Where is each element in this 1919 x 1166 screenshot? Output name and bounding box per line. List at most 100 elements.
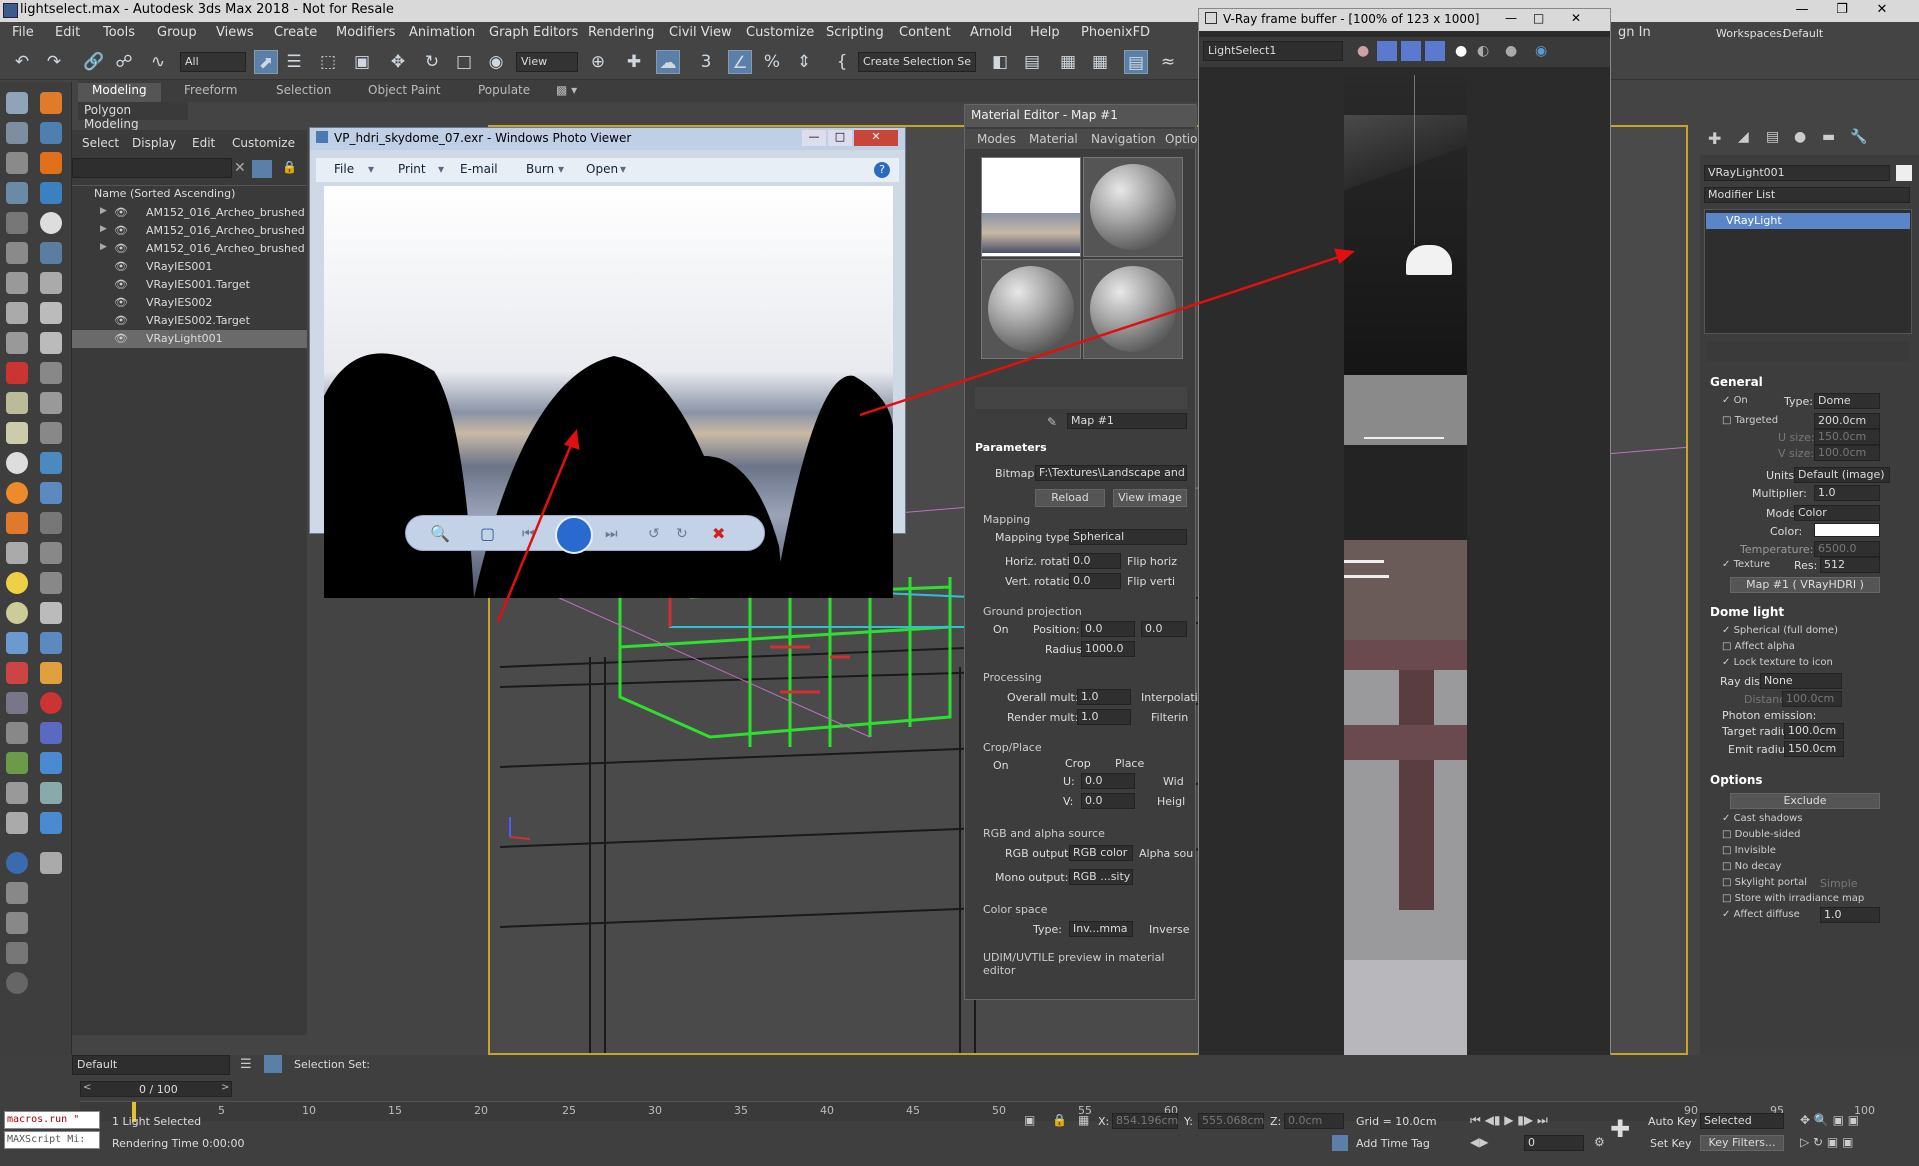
eye-icon[interactable] (40, 452, 62, 474)
spherical-checkbox[interactable]: ✓ Spherical (full dome) (1722, 625, 1838, 636)
sign-in-label[interactable]: gn In (1618, 25, 1651, 40)
mode-dropdown[interactable]: Color (1794, 505, 1880, 521)
object-color-swatch[interactable] (1896, 165, 1912, 181)
tab-modeling[interactable]: Modeling (78, 83, 161, 102)
align-icon[interactable]: ▤ (1020, 50, 1044, 74)
material-editor-title-bar[interactable]: Material Editor - Map #1 (965, 105, 1197, 127)
auto-key-button[interactable]: Auto Key (1648, 1115, 1697, 1128)
eye-icon[interactable]: 👁 (114, 242, 128, 255)
color-space-type-dropdown[interactable]: Inv...mma (1069, 921, 1133, 937)
zoom-icon[interactable]: 🔍 (430, 524, 450, 543)
u-size-spinner[interactable]: 150.0cm (1814, 429, 1880, 445)
water-icon[interactable] (40, 182, 62, 204)
prev-frame-icon[interactable]: < (83, 1082, 91, 1093)
slideshow-button[interactable] (555, 516, 593, 554)
rgb-output-dropdown[interactable]: RGB color (1069, 845, 1133, 861)
vfb-close-button[interactable]: ✕ (1571, 11, 1581, 25)
menu-arnold[interactable]: Arnold (970, 25, 1012, 40)
position-y-spinner[interactable]: 0.0 (1141, 621, 1187, 637)
object-name-field[interactable]: VRayLight001 (1704, 165, 1890, 181)
menu-customize[interactable]: Customize (746, 25, 814, 40)
list-icon[interactable] (40, 422, 62, 444)
link-icon[interactable]: 🔗 (82, 50, 106, 74)
options-rollout[interactable]: Options (1710, 773, 1763, 787)
previous-icon[interactable]: ⏮ (522, 526, 535, 542)
next-icon[interactable]: ⏭ (605, 526, 618, 542)
maxscript-mini[interactable]: MAXScript Mi: (4, 1131, 100, 1149)
toggle-ribbon-icon[interactable]: ▤ (1124, 50, 1148, 74)
scene-tab-edit[interactable]: Edit (192, 136, 215, 150)
flip-horiz-checkbox[interactable]: Flip horiz (1127, 555, 1177, 568)
tab-selection[interactable]: Selection (276, 83, 331, 97)
play-icon[interactable] (6, 302, 28, 324)
sun-icon[interactable] (6, 572, 28, 594)
motion-tab-icon[interactable]: ● (1794, 129, 1806, 145)
scene-search-input[interactable] (72, 158, 232, 178)
curve-icon[interactable] (6, 812, 28, 834)
menu-civil-view[interactable]: Civil View (669, 25, 732, 40)
named-selection-set-dropdown[interactable]: Create Selection Se (858, 52, 976, 72)
distance-spinner[interactable]: 100.0cm (1782, 691, 1842, 707)
targeted-checkbox[interactable]: □ Targeted (1722, 415, 1778, 426)
menu-phoenixfd[interactable]: PhoenixFD (1081, 25, 1150, 40)
absolute-mode-icon[interactable]: ▦ (1078, 1113, 1089, 1127)
eye-icon[interactable]: 👁 (114, 206, 128, 219)
light-icon[interactable] (6, 242, 28, 264)
targeted-spinner[interactable]: 200.0cm (1814, 413, 1880, 429)
rotate-view-icon[interactable] (6, 332, 28, 354)
pause-icon[interactable] (40, 302, 62, 324)
affect-diffuse-checkbox[interactable]: ✓ Affect diffuse (1722, 909, 1800, 920)
next-frame-icon[interactable]: > (221, 1082, 229, 1093)
keyboard-shortcut-override-icon[interactable]: ☁ (656, 50, 680, 74)
list-item[interactable]: 👁 VRayIES002.Target (72, 312, 307, 330)
rotate-icon[interactable]: ↻ (420, 50, 444, 74)
scale-icon[interactable]: □ (452, 50, 476, 74)
set-key-button[interactable]: Set Key (1650, 1137, 1692, 1150)
scene-tab-display[interactable]: Display (132, 136, 176, 150)
pv-menu-file[interactable]: File (334, 162, 354, 176)
color-swatch[interactable] (1814, 523, 1880, 537)
eyedropper-icon[interactable]: ✎ (1047, 415, 1057, 429)
radius-spinner[interactable]: 1000.0 (1081, 641, 1135, 657)
fx-icon[interactable] (6, 782, 28, 804)
hierarchy-tab-icon[interactable]: ▤ (1766, 129, 1779, 145)
v-size-spinner[interactable]: 100.0cm (1814, 445, 1880, 461)
pv-menu-burn[interactable]: Burn (526, 162, 554, 176)
brush-icon[interactable] (6, 512, 28, 534)
time-config-icon[interactable]: ⚙ (1594, 1135, 1605, 1149)
fire-sim-icon[interactable] (6, 482, 28, 504)
scene-tab-select[interactable]: Select (82, 136, 119, 150)
wave-icon[interactable] (40, 782, 62, 804)
mated-menu-modes[interactable]: Modes (977, 132, 1016, 146)
tab-populate[interactable]: Populate (478, 83, 530, 97)
grass-icon[interactable] (6, 752, 28, 774)
rotate-ccw-icon[interactable]: ↺ (648, 526, 660, 542)
ray-dist-dropdown[interactable]: None (1760, 673, 1842, 689)
timeline-track[interactable]: 5 10 15 20 25 30 35 40 45 50 55 60 90 95… (80, 1101, 1875, 1122)
bucket-icon[interactable] (40, 662, 62, 684)
dropdown-arrow-icon[interactable]: ▾ (438, 162, 444, 176)
list-item[interactable]: 👁 VRayIES001.Target (72, 276, 307, 294)
angle-snap-icon[interactable]: ∠ (728, 50, 752, 74)
pv-menu-open[interactable]: Open (586, 162, 618, 176)
expand-icon[interactable]: ▶ (100, 242, 107, 252)
material-slot-2[interactable] (1083, 157, 1183, 257)
scene-tab-customize[interactable]: Customize (232, 136, 295, 150)
expand-icon[interactable]: ▶ (100, 224, 107, 234)
lightbulb-icon[interactable] (40, 242, 62, 264)
temperature-spinner[interactable]: 6500.0 (1814, 541, 1880, 557)
question-icon[interactable] (40, 852, 62, 874)
menu-edit[interactable]: Edit (55, 25, 80, 40)
key-filters-button[interactable]: Key Filters... (1700, 1135, 1784, 1151)
menu-content[interactable]: Content (899, 25, 951, 40)
time-slider[interactable]: < 0 / 100 > (80, 1081, 232, 1097)
res-spinner[interactable]: 512 (1820, 557, 1880, 573)
select-tool-icon[interactable] (6, 92, 28, 114)
add-time-tag[interactable]: Add Time Tag (1356, 1137, 1430, 1150)
menu-scripting[interactable]: Scripting (826, 25, 884, 40)
ball-icon[interactable] (6, 452, 28, 474)
dropdown-arrow-icon[interactable]: ▾ (620, 162, 626, 176)
multiplier-spinner[interactable]: 1.0 (1814, 485, 1880, 501)
tree-icon[interactable] (6, 542, 28, 564)
invisible-checkbox[interactable]: □ Invisible (1722, 845, 1776, 856)
